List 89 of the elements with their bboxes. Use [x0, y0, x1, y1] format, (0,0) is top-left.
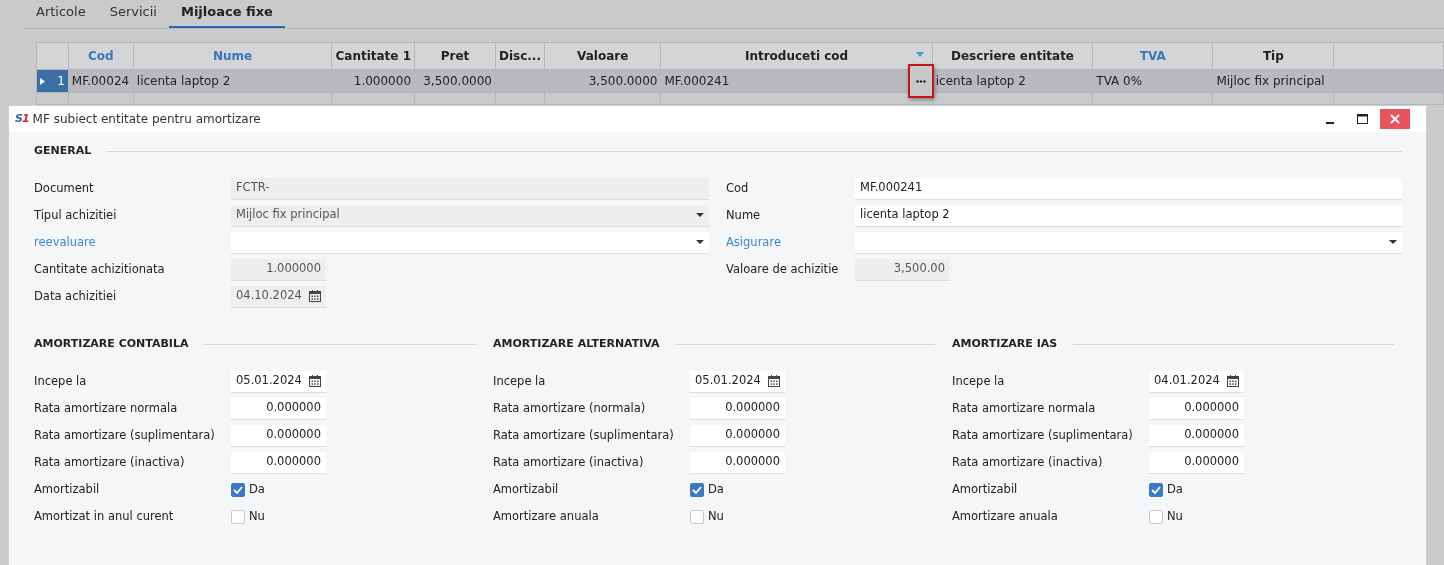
field-label: Rata amortizare normala: [952, 399, 1097, 417]
field-label: Tipul achizitiei: [34, 206, 118, 224]
field-label: Amortizabil: [952, 480, 1019, 498]
table-cell: licenta laptop 2: [136, 74, 231, 88]
row-indicator[interactable]: 1: [36, 69, 69, 93]
section-heading: GENERAL: [34, 142, 92, 159]
table-cell: MF.000241: [664, 74, 730, 88]
dropdown-field[interactable]: [855, 231, 1402, 254]
checkbox[interactable]: [231, 482, 245, 497]
tab[interactable]: Mijloace fixe: [168, 1, 285, 28]
input-field[interactable]: MF.000241: [855, 177, 1402, 200]
row-pointer-icon: [40, 77, 45, 85]
input-field[interactable]: 0.000000: [231, 397, 326, 420]
dropdown-field[interactable]: [231, 231, 709, 254]
field-label: Rata amortizare (suplimentara): [34, 426, 216, 444]
table-cell: 3,500.0000: [588, 74, 658, 88]
field-label: Nume: [726, 206, 762, 224]
input-field[interactable]: 0.000000: [690, 424, 785, 447]
section-heading: AMORTIZARE CONTABILA: [34, 335, 189, 352]
section-heading: AMORTIZARE IAS: [952, 335, 1058, 352]
table-cell: TVA 0%: [1096, 74, 1143, 88]
checkbox[interactable]: [690, 482, 704, 497]
input-field[interactable]: 0.000000: [690, 451, 785, 474]
ellipsis-icon: [915, 79, 926, 83]
tab[interactable]: Articole: [24, 1, 98, 28]
column-header[interactable]: Tip: [1262, 49, 1284, 63]
calendar-icon[interactable]: [1227, 375, 1239, 387]
close-button[interactable]: [1380, 109, 1410, 129]
input-field[interactable]: 0.000000: [1149, 451, 1244, 474]
checkbox-label: Da: [1167, 480, 1183, 498]
table-cell: MF.00024: [71, 74, 130, 88]
field-label: Data achizitiei: [34, 287, 118, 305]
tab[interactable]: Servicii: [97, 1, 169, 28]
table-cell: 1.000000: [353, 74, 412, 88]
dropdown-arrow-icon[interactable]: [1389, 240, 1397, 244]
table-cell: 3,500.0000: [423, 74, 492, 88]
table-cell: icenta laptop 2: [935, 74, 1026, 88]
maximize-icon: [1356, 114, 1368, 124]
field-label: Amortizabil: [493, 480, 560, 498]
date-field[interactable]: 04.01.2024: [1149, 370, 1244, 393]
field-link[interactable]: reevaluare: [34, 233, 231, 252]
field-label: Rata amortizare (normala): [493, 399, 647, 417]
input-field[interactable]: 0.000000: [1149, 424, 1244, 447]
field-label: Document: [34, 179, 95, 197]
field-label: Amortizare anuala: [952, 507, 1059, 525]
input-field[interactable]: 0.000000: [690, 397, 785, 420]
close-icon: [1390, 114, 1400, 124]
field-label: Rata amortizare (suplimentara): [493, 426, 675, 444]
field-label: Rata amortizare (inactiva): [493, 453, 645, 471]
field-label: Amortizabil: [34, 480, 101, 498]
date-field[interactable]: 05.01.2024: [231, 370, 326, 393]
field-label: Rata amortizare (inactiva): [952, 453, 1104, 471]
checkbox-label: Nu: [249, 507, 265, 525]
field-label: Valoare de achizitie: [726, 260, 840, 278]
checkbox[interactable]: [690, 509, 704, 524]
field-label: Amortizat in anul curent: [34, 507, 175, 525]
lookup-button[interactable]: [907, 64, 934, 98]
input-field[interactable]: 0.000000: [231, 424, 326, 447]
field-label: Rata amortizare normala: [34, 399, 179, 417]
date-field[interactable]: 05.01.2024: [690, 370, 785, 393]
field-link[interactable]: Asigurare: [726, 233, 855, 252]
checkbox[interactable]: [1149, 509, 1163, 524]
field-label: Incepe la: [493, 372, 547, 390]
table-cell: Mijloc fix principal: [1216, 74, 1325, 88]
column-header[interactable]: Pret: [440, 49, 470, 63]
checkbox-label: Da: [249, 480, 265, 498]
checkbox-label: Nu: [708, 507, 724, 525]
minimize-icon: [1326, 122, 1334, 124]
app-logo: S1: [15, 110, 29, 127]
field-label: Incepe la: [952, 372, 1006, 390]
checkbox[interactable]: [1149, 482, 1163, 497]
field-label: Rata amortizare (suplimentara): [952, 426, 1134, 444]
input-field[interactable]: 0.000000: [1149, 397, 1244, 420]
checkbox-label: Nu: [1167, 507, 1183, 525]
input-field[interactable]: 0.000000: [231, 451, 326, 474]
window-title: MF subiect entitate pentru amortizare: [32, 111, 261, 128]
field-label: Amortizare anuala: [493, 507, 600, 525]
calendar-icon[interactable]: [768, 375, 780, 387]
field-label: Cod: [726, 179, 750, 197]
field-label: Incepe la: [34, 372, 88, 390]
calendar-icon[interactable]: [309, 375, 321, 387]
section-heading: AMORTIZARE ALTERNATIVA: [493, 335, 660, 352]
checkbox[interactable]: [231, 509, 245, 524]
input-field[interactable]: licenta laptop 2: [855, 204, 1402, 227]
dropdown-arrow-icon[interactable]: [696, 240, 704, 244]
row-number: 1: [57, 73, 65, 90]
checkbox-label: Da: [708, 480, 724, 498]
field-label: Rata amortizare (inactiva): [34, 453, 186, 471]
field-label: Cantitate achizitionata: [34, 260, 166, 278]
